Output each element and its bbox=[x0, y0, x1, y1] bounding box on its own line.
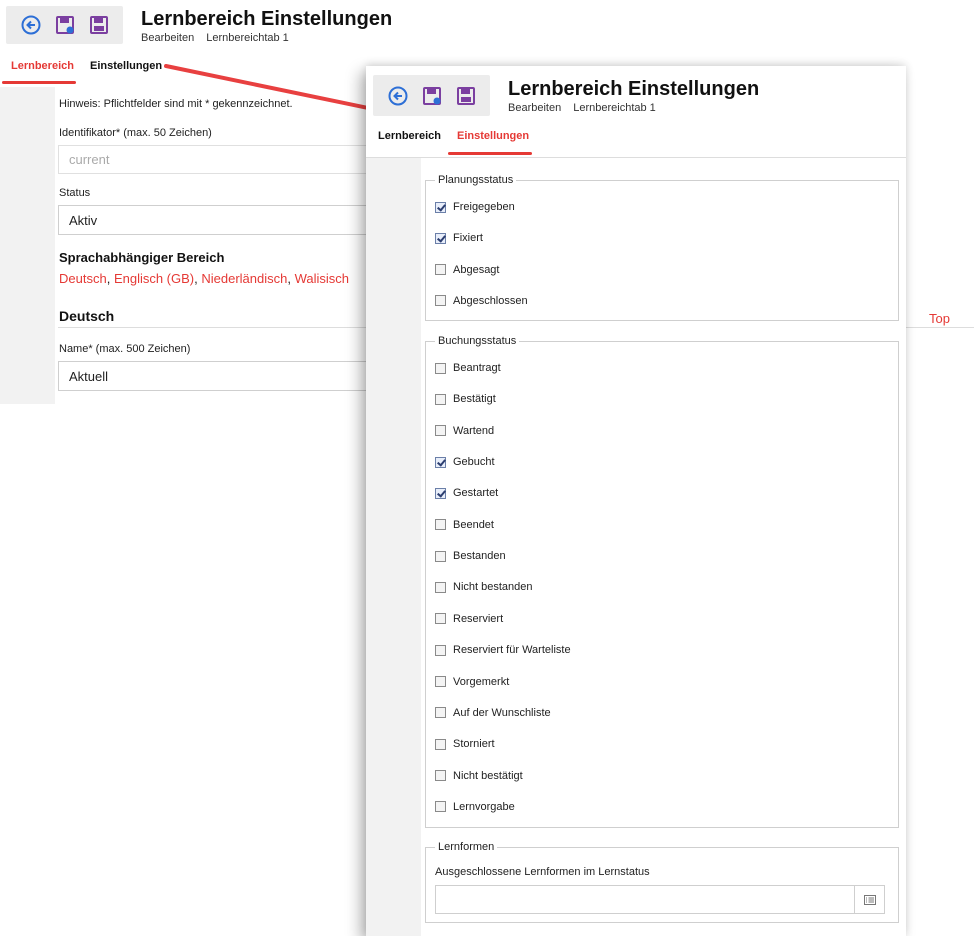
checkbox[interactable] bbox=[435, 295, 446, 307]
buchungsstatus-item[interactable]: Nicht bestätigt bbox=[435, 770, 523, 782]
language-separator: , bbox=[287, 271, 295, 286]
buchungsstatus-item[interactable]: Gestartet bbox=[435, 487, 498, 499]
tab-divider bbox=[366, 157, 906, 158]
language-link-niederlaendisch[interactable]: Niederländisch bbox=[201, 271, 287, 286]
deutsch-heading: Deutsch bbox=[59, 308, 115, 324]
planungsstatus-item[interactable]: Abgesagt bbox=[435, 264, 499, 276]
lernformen-field-label: Ausgeschlossene Lernformen im Lernstatus bbox=[435, 866, 650, 878]
buchungsstatus-item[interactable]: Lernvorgabe bbox=[435, 801, 515, 813]
checkbox[interactable] bbox=[435, 362, 446, 374]
checkbox-label: Auf der Wunschliste bbox=[453, 706, 551, 719]
buchungsstatus-item[interactable]: Bestätigt bbox=[435, 393, 496, 405]
save-icon[interactable] bbox=[455, 85, 477, 107]
buchungsstatus-item[interactable]: Reserviert für Warteliste bbox=[435, 644, 571, 656]
language-link-deutsch[interactable]: Deutsch bbox=[59, 271, 107, 286]
buchungsstatus-item[interactable]: Nicht bestanden bbox=[435, 581, 533, 593]
tab-lernbereich[interactable]: Lernbereich bbox=[378, 130, 441, 142]
checkbox-label: Abgeschlossen bbox=[453, 294, 528, 307]
checkbox[interactable] bbox=[435, 425, 446, 437]
identifier-field[interactable]: current bbox=[58, 145, 398, 174]
overlay-page: Lernbereich Einstellungen Bearbeiten Lern… bbox=[366, 66, 906, 936]
checkbox[interactable] bbox=[435, 393, 446, 405]
checkbox-label: Gebucht bbox=[453, 456, 495, 469]
checkbox[interactable] bbox=[435, 770, 446, 782]
name-field[interactable]: Aktuell bbox=[58, 361, 398, 391]
buchungsstatus-legend: Buchungsstatus bbox=[435, 335, 520, 347]
status-label: Status bbox=[59, 187, 91, 199]
checkbox[interactable] bbox=[435, 801, 446, 813]
checkbox-label: Bestätigt bbox=[453, 393, 496, 406]
language-section-heading: Sprachabhängiger Bereich bbox=[59, 250, 225, 265]
page-title: Lernbereich Einstellungen bbox=[508, 78, 760, 100]
buchungsstatus-item[interactable]: Auf der Wunschliste bbox=[435, 707, 551, 719]
overlay-left-gutter bbox=[366, 158, 421, 936]
language-links: Deutsch, Englisch (GB), Niederländisch, … bbox=[59, 271, 349, 286]
checkbox-label: Storniert bbox=[453, 738, 495, 751]
buchungsstatus-item[interactable]: Beantragt bbox=[435, 362, 501, 374]
checkbox-label: Abgesagt bbox=[453, 263, 500, 276]
checkbox[interactable] bbox=[435, 676, 446, 687]
checkbox-label: Bestanden bbox=[453, 550, 506, 563]
checkbox[interactable] bbox=[435, 550, 446, 562]
lernformen-input[interactable] bbox=[435, 885, 855, 914]
checkbox-label: Nicht bestätigt bbox=[453, 769, 523, 782]
lernformen-legend: Lernformen bbox=[435, 841, 498, 853]
checkbox-checked[interactable] bbox=[435, 456, 446, 468]
planungsstatus-legend: Planungsstatus bbox=[435, 174, 517, 186]
save-new-icon[interactable] bbox=[421, 85, 443, 107]
checkbox[interactable] bbox=[435, 264, 446, 276]
name-label: Name* (max. 500 Zeichen) bbox=[59, 343, 191, 355]
planungsstatus-item[interactable]: Abgeschlossen bbox=[435, 295, 528, 307]
checkbox-label: Nicht bestanden bbox=[453, 581, 533, 594]
checkbox-label: Beantragt bbox=[453, 362, 501, 374]
checkbox[interactable] bbox=[435, 613, 446, 625]
checkbox[interactable] bbox=[435, 707, 446, 719]
checkbox[interactable] bbox=[435, 644, 446, 656]
buchungsstatus-item[interactable]: Wartend bbox=[435, 425, 494, 437]
planungsstatus-item[interactable]: Fixiert bbox=[435, 232, 483, 244]
checkbox-label: Reserviert bbox=[453, 612, 504, 625]
checkbox-label: Vorgemerkt bbox=[453, 675, 510, 688]
tab-einstellungen[interactable]: Einstellungen bbox=[457, 130, 529, 142]
buchungsstatus-item[interactable]: Reserviert bbox=[435, 613, 503, 625]
checkbox[interactable] bbox=[435, 581, 446, 593]
checkbox-checked[interactable] bbox=[435, 232, 446, 244]
top-link[interactable]: Top bbox=[929, 311, 950, 326]
checkbox-label: Lernvorgabe bbox=[453, 800, 515, 813]
buchungsstatus-item[interactable]: Vorgemerkt bbox=[435, 676, 509, 688]
buchungsstatus-fieldset: Buchungsstatus Beantragt Bestätigt Wartend… bbox=[425, 335, 899, 828]
overlay-toolbar bbox=[373, 75, 490, 116]
breadcrumb-item[interactable]: Lernbereichtab 1 bbox=[573, 102, 656, 114]
status-select[interactable]: Aktiv bbox=[58, 205, 398, 235]
buchungsstatus-item[interactable]: Beendet bbox=[435, 519, 494, 531]
planungsstatus-item[interactable]: Freigegeben bbox=[435, 201, 515, 213]
breadcrumb-item[interactable]: Bearbeiten bbox=[508, 102, 561, 114]
checkbox-label: Freigegeben bbox=[453, 201, 515, 213]
checkbox-checked[interactable] bbox=[435, 201, 446, 213]
planungsstatus-fieldset: Planungsstatus Freigegeben Fixiert Abgesag… bbox=[425, 174, 899, 321]
checkbox-label: Fixiert bbox=[453, 232, 483, 245]
checkbox-checked[interactable] bbox=[435, 487, 446, 499]
checkbox[interactable] bbox=[435, 738, 446, 750]
checkbox[interactable] bbox=[435, 519, 446, 531]
checkbox-label: Wartend bbox=[453, 424, 495, 437]
buchungsstatus-item[interactable]: Bestanden bbox=[435, 550, 506, 562]
language-separator: , bbox=[106, 271, 114, 286]
list-picker-icon[interactable] bbox=[855, 885, 885, 914]
back-arrow-icon[interactable] bbox=[387, 85, 409, 107]
checkbox-label: Beendet bbox=[453, 518, 494, 531]
language-link-englisch[interactable]: Englisch (GB) bbox=[114, 271, 194, 286]
lernformen-fieldset: Lernformen Ausgeschlossene Lernformen im… bbox=[425, 841, 899, 923]
checkbox-label: Gestartet bbox=[453, 487, 499, 500]
buchungsstatus-item[interactable]: Gebucht bbox=[435, 456, 495, 468]
active-tab-indicator bbox=[448, 152, 532, 155]
buchungsstatus-item[interactable]: Storniert bbox=[435, 738, 495, 750]
language-link-walisisch[interactable]: Walisisch bbox=[295, 271, 349, 286]
breadcrumb: Bearbeiten Lernbereichtab 1 bbox=[508, 102, 668, 114]
checkbox-label: Reserviert für Warteliste bbox=[453, 644, 571, 657]
